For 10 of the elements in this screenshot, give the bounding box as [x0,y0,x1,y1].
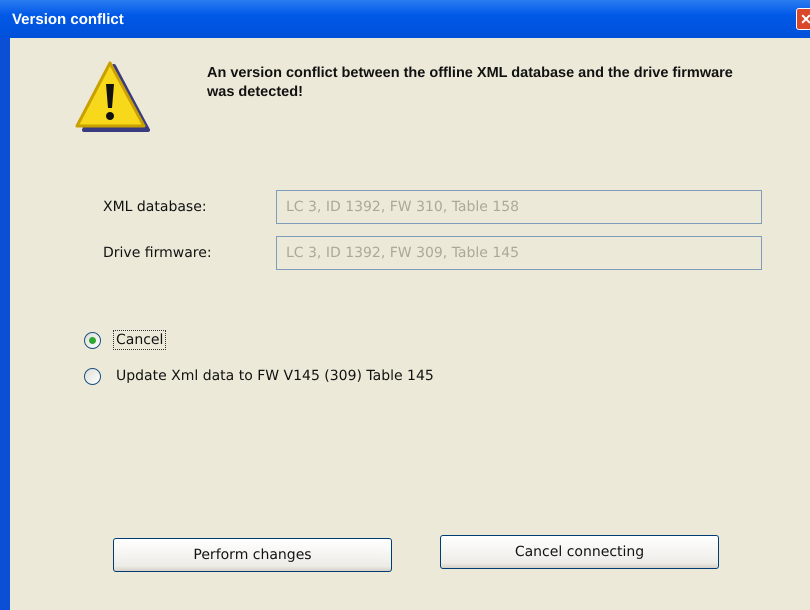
radio-button[interactable] [84,368,101,384]
warning-message: An version conflict between the offline XML database and the drive firmware was detected! [207,64,734,102]
dialog-button[interactable]: Perform changes [113,538,392,572]
radio-button[interactable] [84,332,101,348]
dialog-button[interactable]: Cancel connecting [440,535,719,569]
radio-label[interactable]: Cancel [113,330,166,350]
window-title: Version conflict [12,10,124,28]
field-label: XML database: [103,199,208,215]
field-label: Drive firmware: [103,245,213,261]
radio-label[interactable]: Update Xml data to FW V145 (309) Table 145 [113,366,437,386]
